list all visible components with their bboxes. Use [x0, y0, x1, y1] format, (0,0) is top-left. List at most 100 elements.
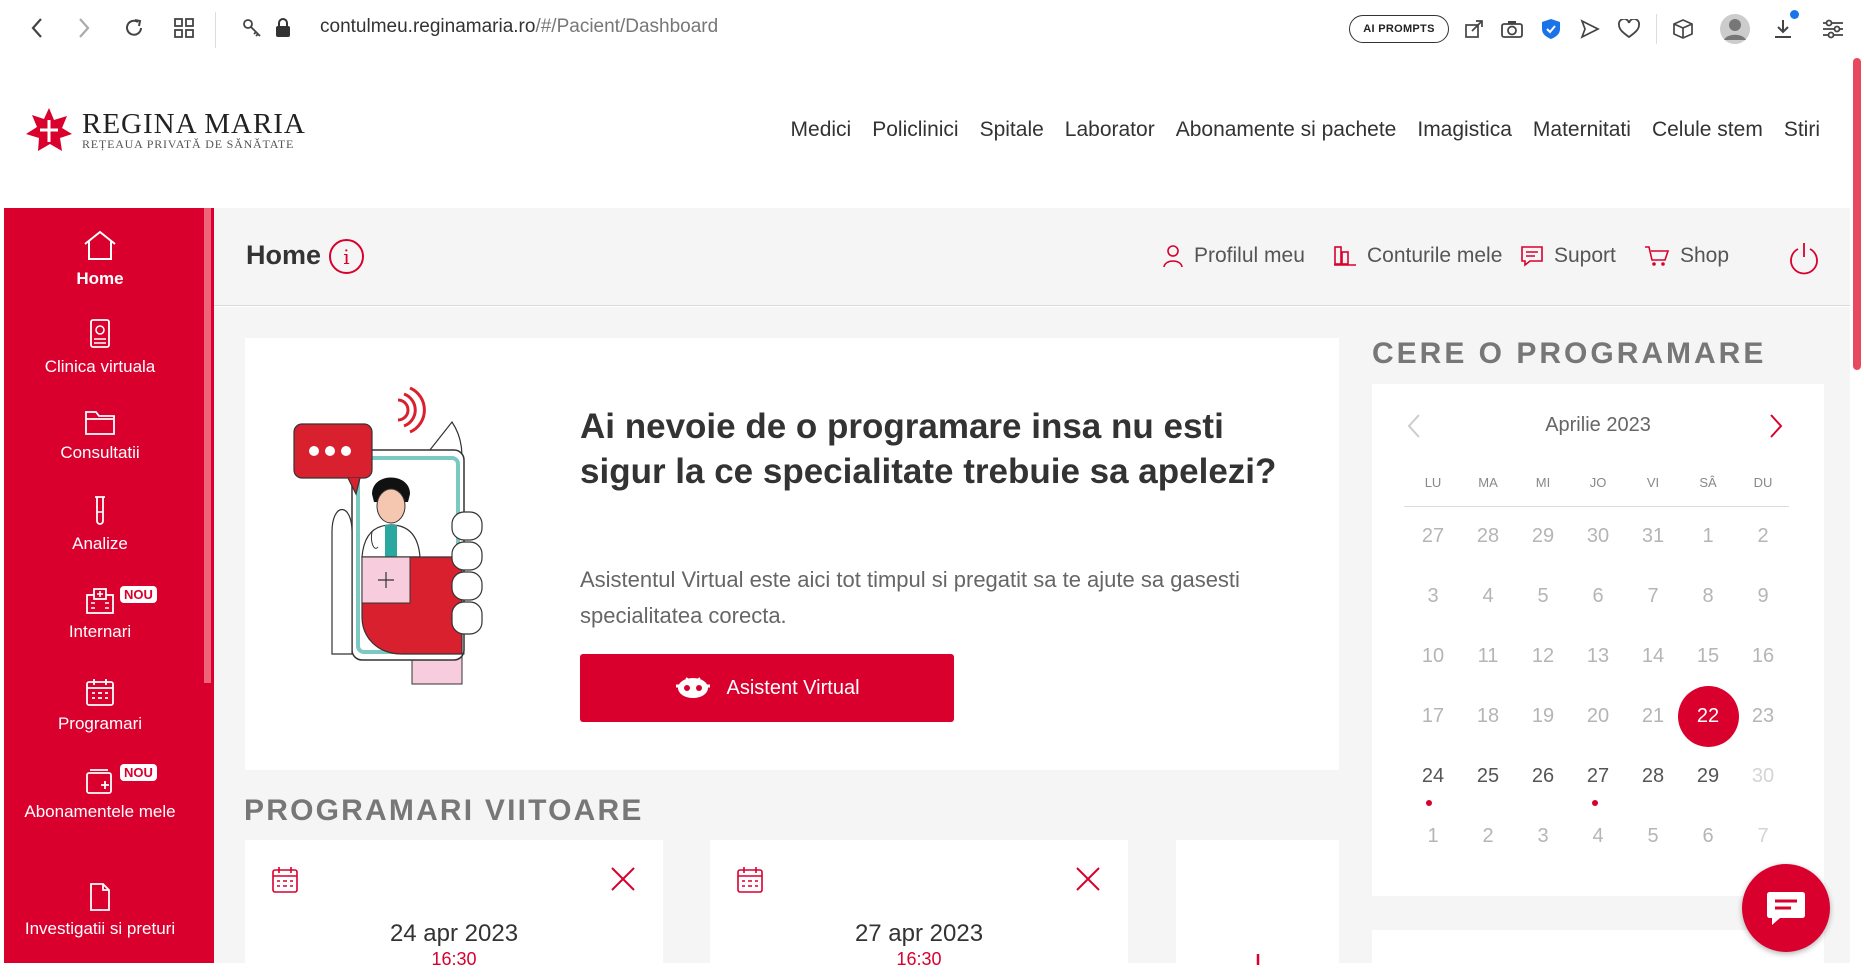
site-settings-icon[interactable] [235, 10, 269, 46]
calendar-day: 4 [1592, 825, 1604, 847]
accounts-icon [1334, 246, 1356, 266]
calendar-day[interactable]: 26 [1523, 765, 1563, 788]
calendar-icon [271, 866, 299, 899]
calendar-icon [86, 679, 114, 706]
calendar-day[interactable]: 28 [1633, 765, 1673, 788]
calendar-day[interactable]: 24 [1413, 765, 1453, 788]
cancel-appointment-close-icon[interactable] [610, 866, 636, 897]
lock-icon[interactable] [266, 10, 300, 46]
logout-power-icon[interactable] [1788, 241, 1820, 280]
calendar-day[interactable]: 25 [1468, 765, 1508, 788]
camera-icon[interactable] [1497, 14, 1527, 44]
folder-icon [85, 411, 115, 435]
sidebar-item-clinica-virtuala[interactable]: Clinica virtuala [0, 318, 200, 379]
sidebar-item-internari[interactable]: Internari [0, 587, 200, 644]
toolbar-divider [1656, 14, 1657, 44]
virtual-assistant-label: Asistent Virtual [726, 676, 860, 699]
calendar-day: 30 [1751, 765, 1775, 787]
nav-medici[interactable]: Medici [791, 118, 852, 142]
calendar-day[interactable]: 27 [1578, 765, 1618, 788]
cancel-appointment-close-icon[interactable] [1075, 866, 1101, 897]
reload-icon[interactable] [117, 10, 151, 46]
address-bar[interactable]: contulmeu.reginamaria.ro/#/Pacient/Dashb… [320, 16, 718, 38]
info-icon[interactable]: i [329, 239, 364, 274]
toolbar-divider [215, 12, 216, 48]
accounts-link[interactable]: Conturile mele [1333, 244, 1502, 268]
calendar-day: 31 [1641, 525, 1665, 547]
virtual-assistant-button[interactable]: Asistent Virtual [580, 654, 954, 722]
box-icon[interactable] [1668, 14, 1698, 44]
sidebar-item-investigatii[interactable]: Investigatii si preturi [0, 882, 200, 941]
calendar-day[interactable]: 29 [1688, 765, 1728, 788]
calendar-day-today[interactable]: 22 [1688, 705, 1728, 728]
nav-abonamente[interactable]: Abonamente si pachete [1176, 118, 1397, 142]
sidebar-item-consultatii[interactable]: Consultatii [0, 408, 200, 465]
chat-button[interactable] [1742, 864, 1830, 952]
nav-laborator[interactable]: Laborator [1065, 118, 1155, 142]
logo-name: REGINA MARIA [82, 108, 306, 140]
page-title: Home [246, 240, 322, 270]
tabs-grid-icon[interactable] [167, 10, 201, 46]
test-tube-icon [95, 496, 105, 525]
nav-stiri[interactable]: Stiri [1784, 118, 1820, 142]
calendar-day: 9 [1757, 585, 1769, 607]
calendar-day: 21 [1641, 705, 1665, 727]
forward-icon[interactable] [67, 10, 101, 46]
accounts-link-label: Conturile mele [1367, 244, 1503, 267]
sidebar-item-label: Internari [68, 622, 132, 641]
nav-maternitati[interactable]: Maternitati [1533, 118, 1631, 142]
sidebar-item-label: Consultatii [60, 443, 140, 462]
sidebar-item-home[interactable]: Home [0, 230, 200, 291]
calendar-day: 17 [1421, 705, 1445, 727]
subscription-card-icon [86, 769, 112, 794]
calendar-day: 18 [1476, 705, 1500, 727]
profile-link[interactable]: Profilul meu [1162, 244, 1305, 268]
profile-avatar-icon[interactable] [1718, 12, 1752, 46]
next-month-icon[interactable] [1768, 413, 1784, 444]
weekday-label: MA [1478, 475, 1498, 490]
calendar-day: 30 [1586, 525, 1610, 547]
weekday-label: SÂ [1699, 475, 1717, 490]
sidebar-item-label: Clinica virtuala [44, 357, 156, 376]
doctor-phone-illustration [292, 382, 522, 711]
calendar-day: 19 [1531, 705, 1555, 727]
sidebar-item-abonamente[interactable]: Abonamentele mele [0, 767, 200, 824]
weekday-label: LU [1424, 475, 1442, 490]
appointment-time: 16:30 [431, 949, 477, 969]
page-scrollbar-thumb[interactable] [1853, 58, 1861, 370]
ai-prompts-button[interactable]: AI PROMPTS [1349, 15, 1449, 43]
nav-policlinici[interactable]: Policlinici [872, 118, 958, 142]
share-icon[interactable] [1459, 14, 1489, 44]
hero-subtitle: Asistentul Virtual este aici tot timpul … [580, 567, 1240, 628]
hero-title: Ai nevoie de o programare insa nu esti s… [580, 407, 1277, 491]
sidebar-item-analize[interactable]: Analize [0, 495, 200, 556]
sidebar-item-programari[interactable]: Programari [0, 677, 200, 736]
nav-celule-stem[interactable]: Celule stem [1652, 118, 1763, 142]
support-link[interactable]: Suport [1520, 244, 1616, 268]
appointment-calendar [1372, 384, 1824, 896]
calendar-day: 8 [1702, 585, 1714, 607]
support-link-label: Suport [1554, 244, 1616, 267]
nav-imagistica[interactable]: Imagistica [1417, 118, 1512, 142]
nav-spitale[interactable]: Spitale [980, 118, 1044, 142]
sidebar-item-label: Abonamentele mele [24, 802, 176, 821]
shield-icon[interactable] [1536, 14, 1566, 44]
cart-icon [1645, 246, 1670, 266]
send-icon[interactable] [1575, 14, 1605, 44]
back-icon[interactable] [20, 10, 54, 46]
hospital-icon [86, 588, 114, 614]
url-path: /#/Pacient/Dashboard [535, 16, 719, 37]
logo-text: REGINA MARIA REȚEAUA PRIVATĂ DE SĂNĂTATE [82, 108, 306, 151]
notification-dot [1790, 10, 1799, 19]
calendar-icon [736, 866, 764, 899]
heart-icon[interactable] [1614, 14, 1644, 44]
shop-link[interactable]: Shop [1644, 244, 1729, 268]
regina-maria-logo[interactable]: REGINA MARIA REȚEAUA PRIVATĂ DE SĂNĂTATE [24, 106, 306, 154]
robot-icon [676, 677, 711, 698]
weekday-label: JO [1589, 475, 1607, 490]
add-plus-icon[interactable] [1250, 952, 1266, 970]
settings-sliders-icon[interactable] [1818, 14, 1848, 44]
sidebar-item-label: Analize [72, 534, 128, 553]
calendar-divider [1404, 506, 1789, 507]
sidebar-item-label: Programari [57, 714, 143, 733]
